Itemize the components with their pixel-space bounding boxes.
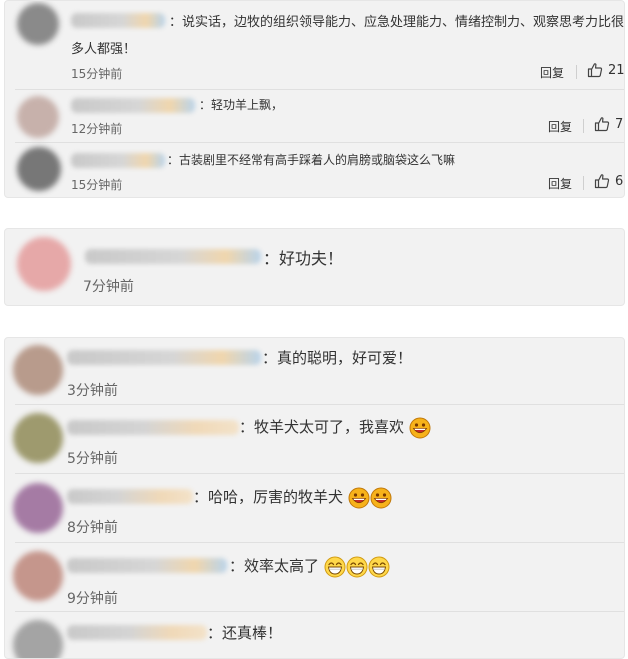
comment-text-content: ：牧羊犬太可了，我喜欢: [239, 418, 405, 436]
separator: [583, 176, 584, 190]
comment-text: ：好功夫！: [263, 249, 344, 268]
grin-emoji: [370, 487, 392, 509]
timestamp: 8分钟前: [67, 520, 118, 536]
username-blurred[interactable]: [67, 625, 207, 640]
timestamp: 15分钟前: [71, 178, 123, 192]
thumbs-up-icon: [587, 62, 603, 78]
like-count: 21: [608, 62, 625, 78]
comment-card-2: ：好功夫！ 7分钟前: [4, 228, 625, 306]
comment-text-continued: 多人都强！: [71, 42, 137, 57]
comment-card-3: ：真的聪明，好可爱！ 3分钟前 ：牧羊犬太可了，我喜欢 5分钟前 ：哈哈，厉害的…: [4, 337, 625, 659]
comment-text: ：古装剧里不经常有高手踩着人的肩膀或脑袋这么飞嘛: [167, 153, 456, 167]
like-button[interactable]: 6: [594, 173, 623, 189]
comment-item: ：哈哈，厉害的牧羊犬 8分钟前: [5, 474, 624, 542]
username-blurred[interactable]: [85, 249, 261, 264]
avatar[interactable]: [13, 413, 63, 463]
thumbs-up-icon: [594, 116, 610, 132]
avatar[interactable]: [13, 345, 63, 395]
timestamp: 5分钟前: [67, 451, 118, 467]
comment-card-1: ：说实话，边牧的组织领导能力、应急处理能力、情绪控制力、观察思考力比很 多人都强…: [4, 0, 625, 198]
comment-text: ：还真棒！: [207, 622, 282, 643]
username-blurred[interactable]: [71, 13, 165, 28]
avatar[interactable]: [13, 483, 63, 533]
grin-emoji: [348, 487, 370, 509]
comment-item: ：轻功羊上飘， 12分钟前 回复 7: [5, 90, 624, 142]
timestamp: 12分钟前: [71, 122, 123, 136]
timestamp: 9分钟前: [67, 591, 118, 607]
username-blurred[interactable]: [67, 350, 261, 365]
avatar[interactable]: [17, 147, 61, 191]
comment-text: ：轻功羊上飘，: [199, 98, 284, 112]
comment-item: ：真的聪明，好可爱！ 3分钟前: [5, 338, 624, 404]
comment-text-content: ：真的聪明，好可爱！: [262, 349, 413, 367]
timestamp: 15分钟前: [71, 67, 123, 81]
username-blurred[interactable]: [67, 420, 239, 435]
comment-item: ：效率太高了 9分钟前: [5, 543, 624, 611]
avatar[interactable]: [17, 96, 59, 138]
grin-emoji: [409, 417, 431, 439]
reply-button[interactable]: 回复: [548, 118, 572, 135]
comment-item: ：说实话，边牧的组织领导能力、应急处理能力、情绪控制力、观察思考力比很 多人都强…: [5, 1, 624, 89]
username-blurred[interactable]: [71, 153, 165, 168]
comment-item: ：还真棒！: [5, 612, 624, 658]
username-blurred[interactable]: [71, 98, 195, 113]
like-count: 7: [615, 116, 624, 132]
username-blurred[interactable]: [67, 489, 193, 504]
timestamp: 7分钟前: [83, 279, 134, 295]
comment-text: ：牧羊犬太可了，我喜欢: [239, 416, 431, 439]
like-button[interactable]: 7: [594, 116, 623, 132]
comment-item: ：牧羊犬太可了，我喜欢 5分钟前: [5, 405, 624, 473]
comment-text: ：效率太高了: [229, 555, 390, 578]
laugh-emoji: [324, 556, 346, 578]
comment-text-content: ：哈哈，厉害的牧羊犬: [193, 488, 344, 506]
like-count: 6: [615, 173, 624, 189]
laugh-emoji: [346, 556, 368, 578]
avatar[interactable]: [13, 551, 63, 601]
comment-text-content: ：效率太高了: [229, 557, 320, 575]
avatar[interactable]: [17, 3, 59, 45]
thumbs-up-icon: [594, 173, 610, 189]
avatar[interactable]: [13, 620, 63, 658]
comment-item: ：好功夫！ 7分钟前: [5, 229, 624, 305]
avatar[interactable]: [17, 237, 71, 291]
reply-button[interactable]: 回复: [548, 175, 572, 192]
separator: [583, 119, 584, 133]
laugh-emoji: [368, 556, 390, 578]
separator: [576, 65, 577, 79]
comment-text: ：真的聪明，好可爱！: [262, 347, 412, 368]
reply-button[interactable]: 回复: [540, 64, 564, 81]
like-button[interactable]: 21: [587, 62, 625, 78]
comment-text: ：哈哈，厉害的牧羊犬: [193, 486, 392, 509]
comment-text: ：说实话，边牧的组织领导能力、应急处理能力、情绪控制力、观察思考力比很: [169, 15, 625, 30]
comment-item: ：古装剧里不经常有高手踩着人的肩膀或脑袋这么飞嘛 15分钟前 回复 6: [5, 143, 624, 197]
username-blurred[interactable]: [67, 558, 227, 573]
comment-text-content: ：还真棒！: [207, 624, 283, 642]
timestamp: 3分钟前: [67, 383, 118, 399]
